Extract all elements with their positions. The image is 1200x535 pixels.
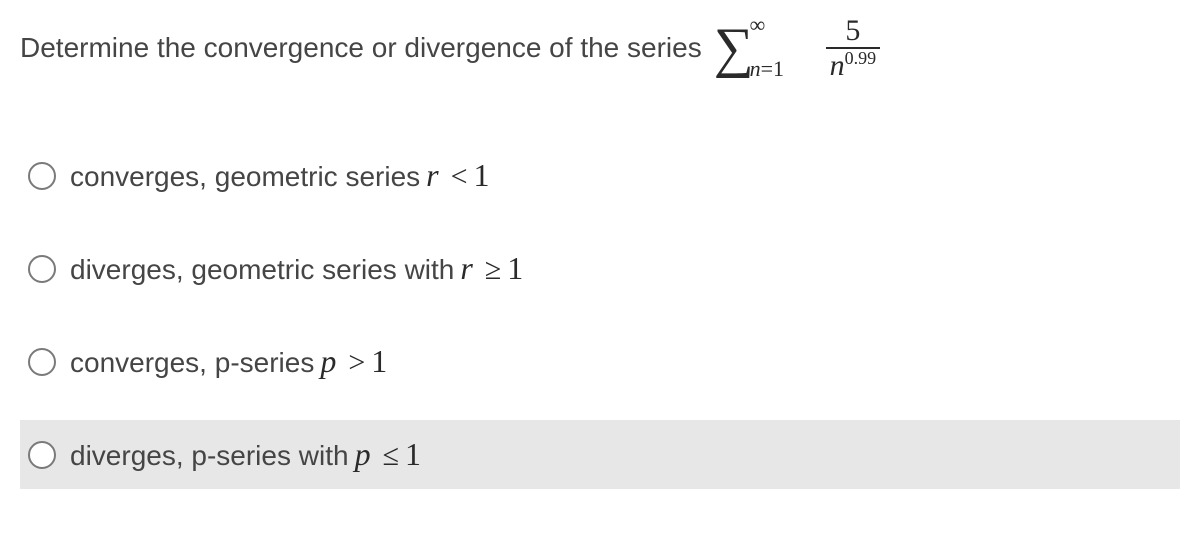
option-d[interactable]: diverges, p-series withp≤1 <box>20 420 1180 489</box>
series-fraction: 5 n0.99 <box>826 15 881 81</box>
answer-options: converges, geometric seriesr<1 diverges,… <box>20 141 1180 489</box>
option-c-label: converges, p-seriesp>1 <box>70 343 387 380</box>
option-c[interactable]: converges, p-seriesp>1 <box>20 327 1180 396</box>
option-b[interactable]: diverges, geometric series with r≥1 <box>20 234 1180 303</box>
question-prompt: Determine the convergence or divergence … <box>20 15 1180 81</box>
question-text: Determine the convergence or divergence … <box>20 32 702 64</box>
radio-icon <box>28 162 56 190</box>
fraction-denominator: n0.99 <box>826 49 881 82</box>
fraction-numerator: 5 <box>839 15 866 47</box>
sigma-symbol: ∑ ∞ n=1 <box>714 20 754 76</box>
radio-icon <box>28 348 56 376</box>
option-b-label: diverges, geometric series with r≥1 <box>70 250 523 287</box>
sum-upper-limit: ∞ <box>750 14 766 36</box>
option-a-label: converges, geometric seriesr<1 <box>70 157 490 194</box>
option-a[interactable]: converges, geometric seriesr<1 <box>20 141 1180 210</box>
radio-icon <box>28 255 56 283</box>
series-expression: ∑ ∞ n=1 5 n0.99 <box>714 15 880 81</box>
option-d-label: diverges, p-series withp≤1 <box>70 436 421 473</box>
radio-icon <box>28 441 56 469</box>
sum-lower-limit: n=1 <box>750 58 784 80</box>
